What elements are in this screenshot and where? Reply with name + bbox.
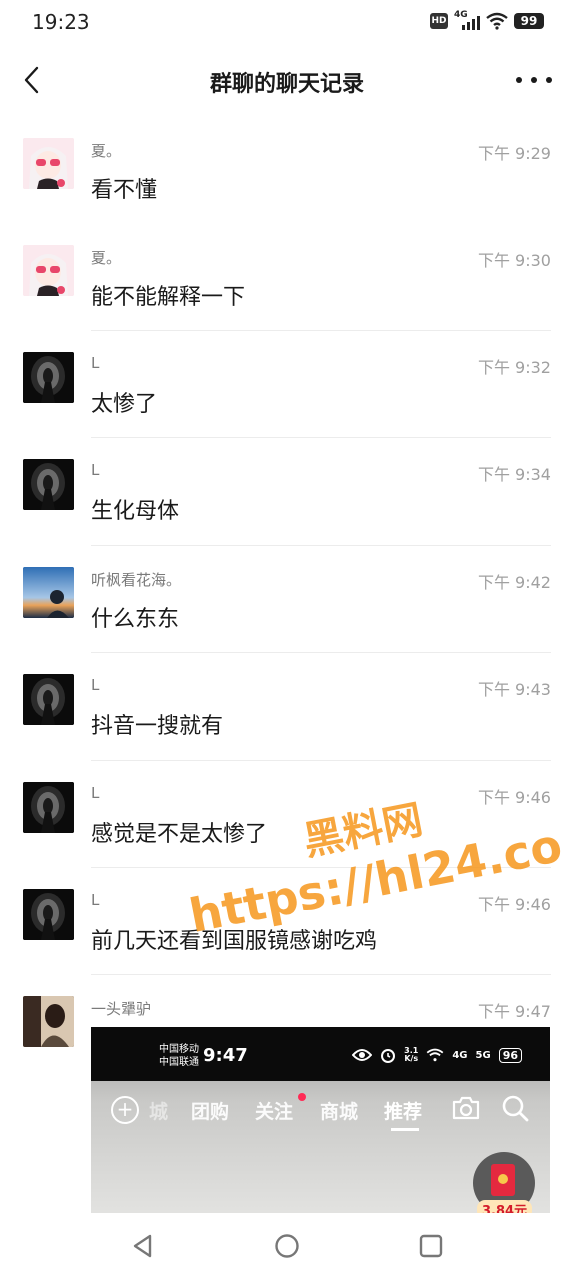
active-tab-indicator <box>391 1128 419 1131</box>
embedded-top-tabs: + 城 团购 关注 商城 推荐 <box>91 1081 550 1139</box>
message-item[interactable]: 听枫看花海。 下午 9:42 什么东东 <box>0 545 574 652</box>
message-text: 看不懂 <box>91 178 158 203</box>
divider <box>91 545 551 546</box>
message-time: 下午 9:47 <box>477 1002 551 1021</box>
alarm-icon <box>381 1049 396 1063</box>
red-packet-amount: 3.84元 <box>477 1200 533 1213</box>
nav-back-icon[interactable] <box>130 1233 156 1259</box>
divider <box>91 437 551 438</box>
message-text: 感觉是不是太惨了 <box>91 822 268 847</box>
battery-icon: 99 <box>514 13 544 29</box>
message-time: 下午 9:46 <box>477 788 551 807</box>
divider <box>91 330 551 331</box>
more-dot-icon <box>516 77 522 83</box>
signal-4g-icon: 4G <box>452 1049 468 1061</box>
sender-name: L <box>91 461 100 479</box>
divider <box>91 974 551 975</box>
system-nav-bar <box>0 1213 574 1280</box>
avatar[interactable] <box>23 996 74 1047</box>
embedded-status-bar: 中国移动 中国联通 9:47 3.1 K/s 4G 5G 96 <box>91 1027 550 1081</box>
avatar[interactable] <box>23 567 74 618</box>
battery-icon: 96 <box>498 1047 522 1063</box>
dark-tunnel-avatar-icon <box>23 889 74 940</box>
nav-recent-apps-icon[interactable] <box>418 1233 444 1259</box>
message-image[interactable]: 中国移动 中国联通 9:47 3.1 K/s 4G 5G 96 + 城 团购 关… <box>91 1027 550 1213</box>
divider <box>91 760 551 761</box>
search-icon <box>502 1095 529 1122</box>
more-options-button[interactable] <box>516 68 552 92</box>
nav-home-icon[interactable] <box>274 1233 300 1259</box>
sender-name: 听枫看花海。 <box>91 571 182 589</box>
dark-tunnel-avatar-icon <box>23 352 74 403</box>
embedded-status-icons: 3.1 K/s 4G 5G 96 <box>352 1047 522 1063</box>
sender-name: 夏。 <box>91 142 122 160</box>
message-item[interactable]: L 下午 9:43 抖音一搜就有 <box>0 652 574 759</box>
hd-icon: HD <box>430 13 448 29</box>
message-item[interactable]: L 下午 9:32 太惨了 <box>0 330 574 437</box>
more-dot-icon <box>531 77 537 83</box>
message-item[interactable]: 夏。 下午 9:30 能不能解释一下 <box>0 223 574 330</box>
tab-follow: 关注 <box>255 1101 294 1123</box>
status-bar: 19:23 HD 4G 99 <box>0 0 574 44</box>
message-item[interactable]: L 下午 9:34 生化母体 <box>0 437 574 544</box>
add-icon: + <box>111 1096 139 1124</box>
anime-girl-avatar-icon <box>23 138 74 189</box>
avatar[interactable] <box>23 889 74 940</box>
tab-recommend: 推荐 <box>384 1101 423 1123</box>
signal-icon: 4G <box>454 10 480 30</box>
avatar[interactable] <box>23 138 74 189</box>
message-time: 下午 9:34 <box>477 465 551 484</box>
dark-tunnel-avatar-icon <box>23 782 74 833</box>
avatar[interactable] <box>23 782 74 833</box>
sender-name: L <box>91 354 100 372</box>
message-time: 下午 9:32 <box>477 358 551 377</box>
status-time: 19:23 <box>32 10 90 34</box>
page-title: 群聊的聊天记录 <box>209 72 364 97</box>
more-dot-icon <box>546 77 552 83</box>
message-text: 能不能解释一下 <box>91 285 246 310</box>
sender-name: L <box>91 891 100 909</box>
anime-girl-avatar-icon <box>23 245 74 296</box>
notification-dot <box>298 1093 306 1101</box>
message-time: 下午 9:42 <box>477 573 551 592</box>
title-bar: 群聊的聊天记录 <box>0 44 574 116</box>
message-text: 什么东东 <box>91 607 180 632</box>
avatar[interactable] <box>23 674 74 725</box>
wifi-icon <box>426 1048 444 1062</box>
avatar[interactable] <box>23 352 74 403</box>
tab-mall: 商城 <box>320 1101 359 1123</box>
message-text: 太惨了 <box>91 392 158 417</box>
message-text: 抖音一搜就有 <box>91 714 224 739</box>
embedded-carrier: 中国移动 中国联通 <box>159 1044 199 1068</box>
sender-name: L <box>91 676 100 694</box>
embedded-time: 9:47 <box>203 1045 248 1066</box>
divider <box>91 652 551 653</box>
tab-partial: 城 <box>149 1101 169 1123</box>
sender-name: 一头犟驴 <box>91 1000 152 1018</box>
sea-sunset-avatar-icon <box>23 567 74 618</box>
sender-name: L <box>91 784 100 802</box>
avatar[interactable] <box>23 245 74 296</box>
network-speed: 3.1 K/s <box>404 1046 419 1063</box>
eye-icon <box>352 1049 373 1061</box>
dark-tunnel-avatar-icon <box>23 674 74 725</box>
signal-5g-icon: 5G <box>475 1049 491 1061</box>
message-time: 下午 9:30 <box>477 251 551 270</box>
avatar[interactable] <box>23 459 74 510</box>
wifi-icon <box>486 12 508 30</box>
message-time: 下午 9:43 <box>477 680 551 699</box>
status-icons: HD 4G 99 <box>430 10 544 30</box>
sender-name: 夏。 <box>91 249 122 267</box>
girl-portrait-avatar-icon <box>23 996 74 1047</box>
message-time: 下午 9:46 <box>477 895 551 914</box>
tab-group-buy: 团购 <box>191 1101 230 1123</box>
message-text: 生化母体 <box>91 499 180 524</box>
camera-icon <box>452 1096 480 1120</box>
dark-tunnel-avatar-icon <box>23 459 74 510</box>
message-item[interactable]: 夏。 下午 9:29 看不懂 <box>0 116 574 223</box>
message-time: 下午 9:29 <box>477 144 551 163</box>
